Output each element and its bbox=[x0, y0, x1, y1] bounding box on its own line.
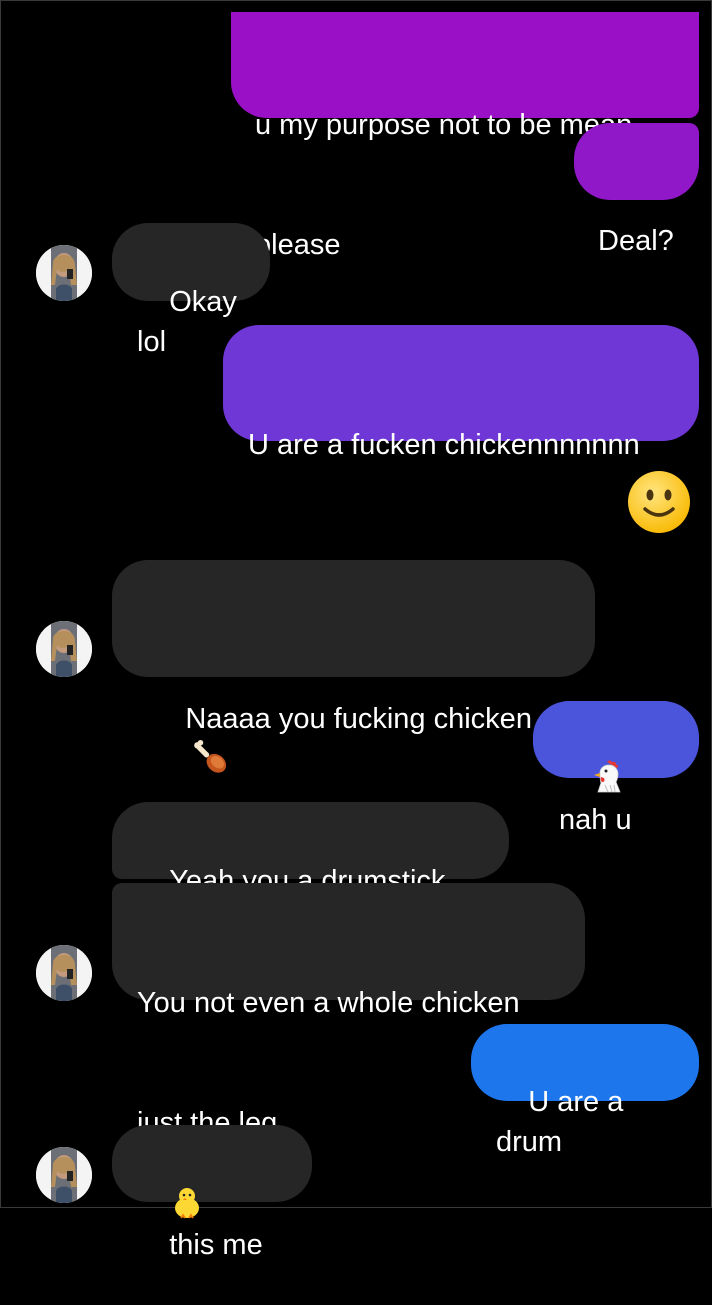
poultry-leg-emoji bbox=[191, 739, 229, 777]
message-text: You not even a whole chicken bbox=[137, 987, 520, 1019]
sent-message[interactable]: Deal? bbox=[574, 123, 699, 257]
message-text: Deal? bbox=[598, 225, 674, 257]
sent-message[interactable]: nah u bbox=[533, 701, 699, 836]
contact-avatar[interactable] bbox=[36, 945, 92, 1001]
sent-message[interactable]: u my purpose not to be mean please bbox=[231, 12, 699, 261]
contact-avatar[interactable] bbox=[36, 621, 92, 677]
sent-message[interactable]: U are a fucken chickennnnnnn bbox=[223, 325, 699, 441]
message-text: nah u bbox=[559, 804, 632, 836]
baby-chick-emoji bbox=[169, 1184, 205, 1220]
received-message[interactable]: Naaaa you fucking chicken bbox=[112, 560, 595, 677]
chat-screen: u my purpose not to be mean please Deal?… bbox=[0, 0, 712, 1261]
rooster-emoji bbox=[591, 759, 627, 795]
received-message[interactable]: this me bbox=[112, 1125, 312, 1261]
message-text: Naaaa you fucking chicken bbox=[185, 703, 532, 735]
message-text: this me bbox=[169, 1229, 263, 1261]
contact-avatar[interactable] bbox=[36, 1147, 92, 1203]
message-text: U are a fucken chickennnnnnn bbox=[248, 429, 640, 461]
sent-message[interactable]: U are a drum bbox=[471, 1024, 699, 1158]
contact-avatar[interactable] bbox=[36, 245, 92, 301]
received-message[interactable]: Okay lol bbox=[112, 223, 270, 358]
received-message[interactable]: You not even a whole chicken just the le… bbox=[112, 883, 585, 1139]
received-message[interactable]: Yeah you a drumstick bbox=[112, 802, 509, 879]
slightly-smiling-face-emoji[interactable] bbox=[627, 470, 691, 534]
